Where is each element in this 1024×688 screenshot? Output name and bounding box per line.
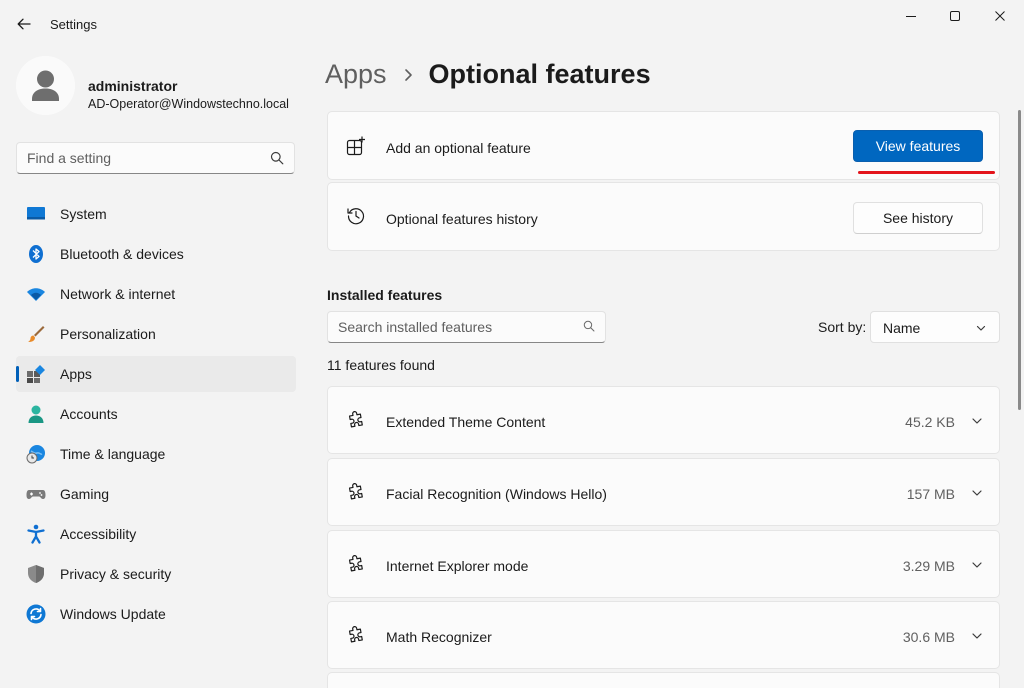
installed-search-box[interactable] (327, 311, 606, 343)
minimize-icon (906, 16, 916, 17)
sidebar-item-time-language[interactable]: Time & language (16, 436, 296, 472)
sidebar-item-accessibility[interactable]: Accessibility (16, 516, 296, 552)
sidebar: administrator AD-Operator@Windowstechno.… (0, 48, 310, 688)
settings-search-input[interactable] (17, 143, 247, 173)
feature-name: Extended Theme Content (386, 414, 546, 430)
person-icon (26, 404, 46, 424)
sidebar-item-label: System (60, 206, 107, 222)
feature-row[interactable]: Math Recognizer 30.6 MB (327, 601, 1000, 669)
maximize-button[interactable] (932, 4, 978, 28)
chevron-down-icon[interactable] (971, 487, 983, 499)
sidebar-item-label: Windows Update (60, 606, 166, 622)
chevron-down-icon (976, 325, 986, 331)
sidebar-item-label: Accounts (60, 406, 118, 422)
update-icon (26, 604, 46, 624)
sidebar-item-network[interactable]: Network & internet (16, 276, 296, 312)
sidebar-item-label: Bluetooth & devices (60, 246, 184, 262)
active-indicator (16, 366, 19, 382)
features-found-count: 11 features found (327, 357, 435, 373)
sidebar-item-label: Network & internet (60, 286, 176, 302)
settings-search-box[interactable] (16, 142, 295, 174)
sidebar-item-windows-update[interactable]: Windows Update (16, 596, 296, 632)
accessibility-icon (26, 524, 46, 544)
add-feature-icon (346, 136, 366, 156)
view-features-button[interactable]: View features (853, 130, 983, 162)
installed-search-input[interactable] (328, 312, 568, 342)
sidebar-item-gaming[interactable]: Gaming (16, 476, 296, 512)
feature-size: 45.2 KB (905, 414, 955, 430)
bluetooth-icon (26, 244, 46, 264)
avatar (16, 56, 75, 115)
feature-name: Internet Explorer mode (386, 558, 529, 574)
feature-row[interactable]: Facial Recognition (Windows Hello) 157 M… (327, 458, 1000, 526)
gamepad-icon (26, 484, 46, 504)
shield-icon (26, 564, 46, 584)
user-email: AD-Operator@Windowstechno.local (88, 97, 289, 111)
feature-row[interactable]: Extended Theme Content 45.2 KB (327, 386, 1000, 454)
feature-size: 30.6 MB (902, 629, 955, 645)
back-arrow-icon (17, 18, 31, 30)
sidebar-item-system[interactable]: System (16, 196, 296, 232)
back-button[interactable] (10, 12, 38, 36)
feature-name: Facial Recognition (Windows Hello) (386, 486, 607, 502)
installed-features-heading: Installed features (327, 287, 443, 303)
puzzle-icon (348, 555, 363, 572)
puzzle-icon (348, 483, 363, 500)
main-content: Apps Optional features Add an optional f… (310, 48, 1024, 688)
globe-clock-icon (26, 444, 46, 464)
sort-by-label: Sort by: (818, 319, 867, 335)
breadcrumb: Apps Optional features (325, 59, 651, 90)
puzzle-icon (348, 411, 363, 428)
sidebar-item-label: Apps (60, 366, 92, 382)
sort-by-dropdown[interactable]: Name (870, 311, 1000, 343)
features-history-card: Optional features history See history (327, 182, 1000, 251)
window-title: Settings (50, 17, 97, 32)
puzzle-icon (348, 626, 363, 643)
add-optional-feature-card: Add an optional feature View features (327, 111, 1000, 180)
close-button[interactable] (977, 4, 1023, 28)
chevron-down-icon[interactable] (971, 415, 983, 427)
feature-name: Math Recognizer (386, 629, 492, 645)
sidebar-item-bluetooth[interactable]: Bluetooth & devices (16, 236, 296, 272)
sidebar-item-label: Time & language (60, 446, 166, 462)
sidebar-item-label: Personalization (60, 326, 156, 342)
search-icon[interactable] (270, 151, 284, 165)
scrollbar[interactable] (1018, 110, 1021, 410)
feature-row[interactable]: Internet Explorer mode 3.29 MB (327, 530, 1000, 598)
sort-by-value: Name (883, 320, 921, 336)
sidebar-item-accounts[interactable]: Accounts (16, 396, 296, 432)
chevron-right-icon (403, 68, 415, 82)
breadcrumb-apps-link[interactable]: Apps (325, 59, 387, 90)
user-name: administrator (88, 78, 178, 94)
annotation-underline (858, 171, 995, 174)
brush-icon (26, 324, 46, 344)
system-icon (26, 204, 46, 224)
history-icon (346, 206, 366, 226)
feature-size: 3.29 MB (902, 558, 955, 574)
maximize-icon (950, 11, 960, 21)
add-feature-label: Add an optional feature (386, 140, 531, 156)
sidebar-item-apps[interactable]: Apps (16, 356, 296, 392)
feature-size: 157 MB (906, 486, 955, 502)
wifi-icon (26, 284, 46, 304)
sidebar-item-label: Gaming (60, 486, 110, 502)
sidebar-item-privacy[interactable]: Privacy & security (16, 556, 296, 592)
chevron-down-icon[interactable] (971, 630, 983, 642)
avatar-person-icon (16, 56, 75, 115)
user-profile[interactable]: administrator AD-Operator@Windowstechno.… (16, 56, 306, 116)
sidebar-item-personalization[interactable]: Personalization (16, 316, 296, 352)
feature-row-partial[interactable] (327, 672, 1000, 688)
chevron-down-icon[interactable] (971, 559, 983, 571)
sidebar-item-label: Accessibility (60, 526, 137, 542)
sidebar-nav: System Bluetooth & devices Network & int… (16, 196, 296, 636)
see-history-button[interactable]: See history (853, 202, 983, 234)
page-title: Optional features (428, 59, 651, 89)
apps-icon (26, 364, 46, 384)
sidebar-item-label: Privacy & security (60, 566, 172, 582)
minimize-button[interactable] (888, 4, 934, 28)
close-icon (995, 11, 1005, 21)
history-label: Optional features history (386, 211, 538, 227)
search-icon (583, 320, 595, 332)
title-bar: Settings (0, 0, 1024, 48)
